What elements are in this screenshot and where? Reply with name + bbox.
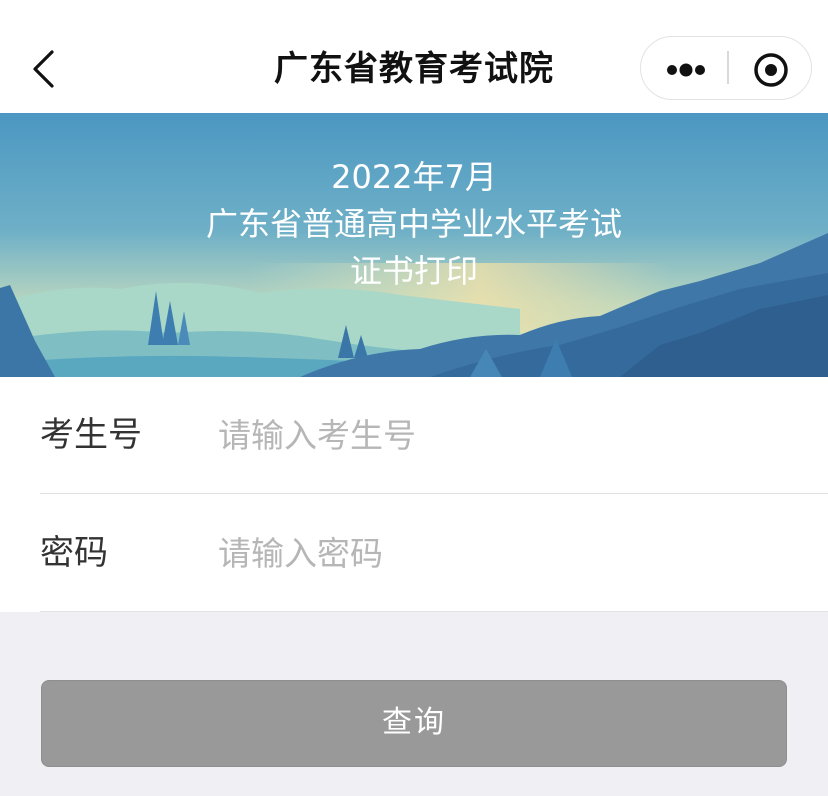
banner-subtitle: 证书打印 [349,252,478,290]
login-form: 考生号 密码 [0,377,828,612]
more-dots-icon [667,63,705,77]
password-input[interactable] [218,523,778,583]
query-button[interactable]: 查询 [41,680,787,767]
target-close-icon [754,53,788,87]
banner: 2022年7月 广东省普通高中学业水平考试 证书打印 [0,113,828,377]
password-label: 密码 [40,533,108,573]
banner-date: 2022年7月 [331,158,497,196]
navigation-bar: 广东省教育考试院 [0,0,828,113]
mini-program-capsule [640,36,812,100]
banner-exam-name: 广东省普通高中学业水平考试 [205,205,622,243]
password-row: 密码 [40,495,828,612]
exam-id-label: 考生号 [40,415,142,455]
close-button[interactable] [729,37,811,98]
more-button[interactable] [641,37,727,98]
exam-id-input[interactable] [218,405,778,465]
exam-id-row: 考生号 [40,377,828,494]
